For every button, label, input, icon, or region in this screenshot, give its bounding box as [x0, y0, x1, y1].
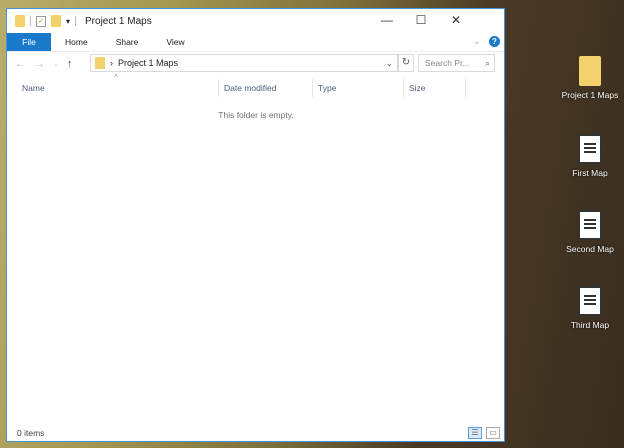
- maximize-button[interactable]: ☐: [404, 9, 438, 31]
- desktop-icon-label: First Map: [572, 168, 608, 178]
- desktop-icon-first-map[interactable]: First Map: [560, 134, 620, 178]
- expand-ribbon-icon[interactable]: ⌄: [473, 36, 481, 47]
- new-folder-icon[interactable]: [51, 15, 61, 27]
- ribbon-tabs: File Home Share View ⌄ ?: [7, 33, 504, 51]
- tab-view[interactable]: View: [152, 33, 198, 51]
- folder-icon: [95, 57, 105, 69]
- desktop-icon-label: Project 1 Maps: [561, 90, 619, 100]
- desktop-icon-project-1-maps[interactable]: Project 1 Maps: [560, 56, 620, 100]
- help-icon[interactable]: ?: [489, 36, 500, 47]
- large-icons-view-button[interactable]: ▭: [486, 427, 500, 439]
- breadcrumb[interactable]: Project 1 Maps: [118, 58, 178, 68]
- customize-toolbar-icon[interactable]: ▾: [66, 17, 70, 26]
- address-dropdown-icon[interactable]: ⌄: [385, 58, 393, 69]
- document-icon: [578, 286, 602, 316]
- empty-folder-message: This folder is empty.: [218, 110, 294, 120]
- desktop-icon-label: Third Map: [570, 320, 610, 330]
- back-icon[interactable]: ←: [15, 58, 26, 70]
- details-view-button[interactable]: ☰: [468, 427, 482, 439]
- window-title: Project 1 Maps: [85, 15, 152, 27]
- column-size[interactable]: Size: [404, 79, 466, 97]
- folder-icon: [15, 15, 25, 27]
- search-icon: ⌕: [485, 58, 490, 68]
- minimize-button[interactable]: —: [370, 9, 404, 31]
- search-placeholder: Search Pr...: [425, 58, 470, 68]
- refresh-button[interactable]: ↻: [398, 54, 414, 72]
- desktop-icon-third-map[interactable]: Third Map: [560, 286, 620, 330]
- desktop-icon-label: Second Map: [566, 244, 614, 254]
- folder-icon: [579, 56, 601, 86]
- file-explorer-window: ✓ ▾ Project 1 Maps — ☐ ✕ File Home Share…: [6, 8, 505, 442]
- breadcrumb-separator-icon: ›: [110, 58, 113, 68]
- desktop-icon-second-map[interactable]: Second Map: [560, 210, 620, 254]
- properties-icon[interactable]: ✓: [36, 15, 46, 27]
- document-icon: [578, 210, 602, 240]
- column-type[interactable]: Type: [313, 79, 404, 97]
- divider: [75, 16, 77, 26]
- tab-home[interactable]: Home: [51, 33, 102, 51]
- divider: [30, 16, 31, 26]
- column-date-modified[interactable]: Date modified: [219, 79, 313, 97]
- forward-icon[interactable]: →: [34, 58, 45, 70]
- status-item-count: 0 items: [17, 428, 45, 438]
- column-name[interactable]: Name: [17, 79, 219, 97]
- tab-file[interactable]: File: [7, 33, 51, 51]
- close-button[interactable]: ✕: [439, 9, 473, 31]
- up-icon[interactable]: ↑: [67, 58, 73, 70]
- recent-locations-icon[interactable]: ⌄: [53, 60, 59, 68]
- document-icon: [578, 134, 602, 164]
- tab-share[interactable]: Share: [102, 33, 153, 51]
- column-headers: ^ Name Date modified Type Size: [7, 73, 504, 97]
- search-input[interactable]: Search Pr... ⌕: [418, 54, 495, 72]
- address-bar[interactable]: › Project 1 Maps ⌄: [90, 54, 398, 72]
